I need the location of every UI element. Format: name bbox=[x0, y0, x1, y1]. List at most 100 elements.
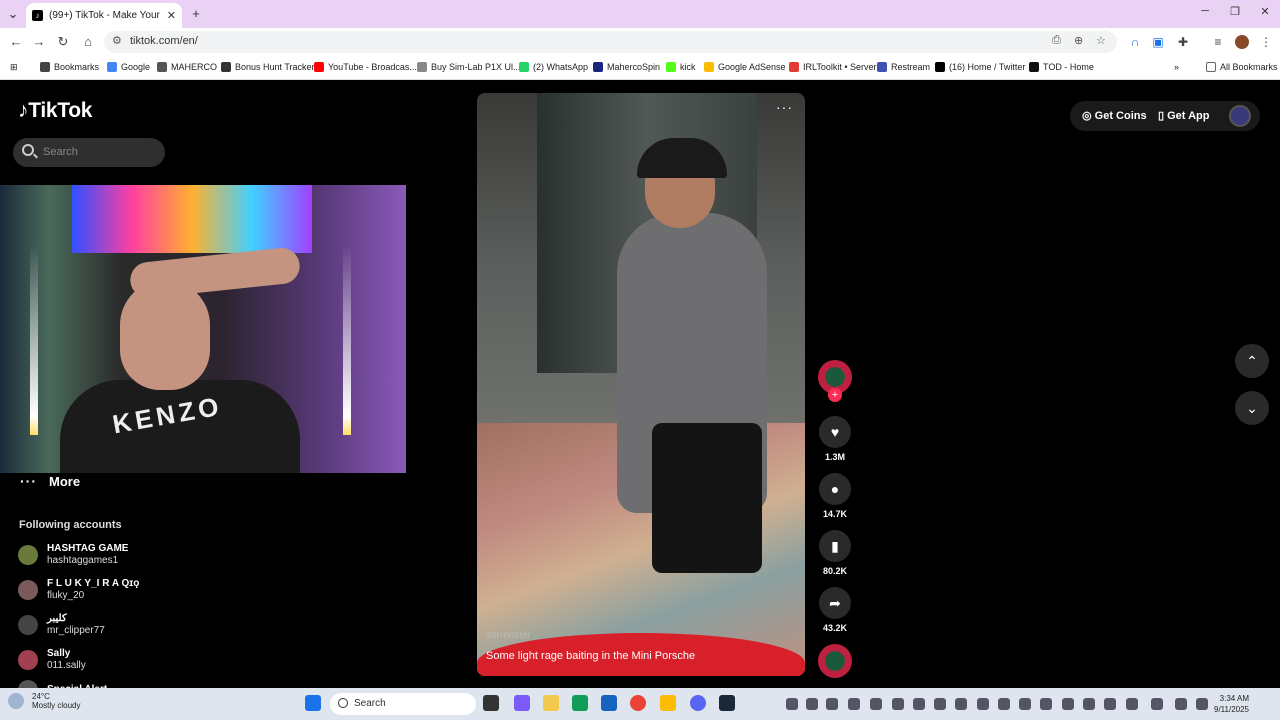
close-tab-icon[interactable]: ✕ bbox=[167, 9, 176, 22]
site-info-icon[interactable]: ⚙ bbox=[112, 34, 122, 47]
home-icon[interactable]: ⌂ bbox=[79, 33, 97, 51]
minimize-icon[interactable]: ─ bbox=[1190, 5, 1220, 17]
get-app-label: Get App bbox=[1167, 110, 1210, 122]
get-app-button[interactable]: ▯ Get App bbox=[1158, 109, 1209, 122]
media-icon[interactable]: ≡ bbox=[1211, 35, 1225, 49]
all-bookmarks[interactable]: All Bookmarks bbox=[1206, 62, 1278, 72]
task-view-icon[interactable] bbox=[483, 695, 499, 711]
new-tab-icon[interactable]: + bbox=[187, 5, 205, 23]
following-account[interactable]: F L U K Y_I R A Qɪǫ fluky_20 bbox=[18, 578, 139, 602]
tray-icon[interactable] bbox=[934, 698, 946, 710]
bookmark-item[interactable]: kick bbox=[666, 62, 696, 72]
forward-icon[interactable]: → bbox=[30, 33, 48, 51]
tiktok-page: ♪TikTok Search KENZO ··· More Following … bbox=[0, 81, 1280, 688]
video-options-icon[interactable]: ··· bbox=[776, 99, 793, 115]
following-account[interactable]: Special Alert bbox=[18, 680, 107, 688]
star-icon[interactable]: ☆ bbox=[1096, 34, 1106, 47]
video-player[interactable]: ··· sorronster Some light rage baiting i… bbox=[477, 93, 805, 676]
zoom-icon[interactable]: ⊕ bbox=[1074, 34, 1083, 47]
back-icon[interactable]: ← bbox=[7, 33, 25, 51]
cloud-icon bbox=[8, 693, 24, 709]
bookmark-item[interactable]: TOD - Home bbox=[1029, 62, 1094, 72]
tab-search-icon[interactable]: ⌄ bbox=[4, 5, 22, 23]
tray-icon[interactable] bbox=[1196, 698, 1208, 710]
bookmark-item[interactable]: (16) Home / Twitter bbox=[935, 62, 1025, 72]
tray-icon[interactable] bbox=[1126, 698, 1138, 710]
streamer-arm bbox=[128, 246, 302, 300]
bookmark-item[interactable]: IRLToolkit • Server bbox=[789, 62, 877, 72]
edge-icon[interactable] bbox=[572, 695, 588, 711]
following-account[interactable]: كليبر mr_clipper77 bbox=[18, 613, 105, 637]
tray-icon[interactable] bbox=[1062, 698, 1074, 710]
address-bar[interactable]: ⚙ tiktok.com/en/ ⎙ ⊕ ☆ bbox=[104, 31, 1117, 53]
extension-badge-icon[interactable]: ▣ bbox=[1151, 35, 1165, 49]
store-icon[interactable] bbox=[601, 695, 617, 711]
install-icon[interactable]: ⎙ bbox=[1052, 34, 1061, 47]
copilot-icon[interactable] bbox=[514, 695, 530, 711]
browser-tab[interactable]: ♪ (99+) TikTok - Make Your Da ✕ bbox=[26, 3, 182, 28]
tray-icon[interactable] bbox=[1083, 698, 1095, 710]
video-author[interactable]: sorronster bbox=[486, 630, 531, 641]
tray-icon[interactable] bbox=[955, 698, 967, 710]
tray-icon[interactable] bbox=[998, 698, 1010, 710]
extension-icon[interactable]: ∩ bbox=[1128, 35, 1142, 49]
more-bookmarks-icon[interactable]: » bbox=[1174, 62, 1179, 72]
tray-icon[interactable] bbox=[1175, 698, 1187, 710]
bookmark-item[interactable]: Google AdSense bbox=[704, 62, 786, 72]
previous-video-button[interactable]: ⌃ bbox=[1235, 344, 1269, 378]
menu-icon[interactable]: ⋮ bbox=[1259, 35, 1273, 49]
taskbar-search[interactable]: Search bbox=[330, 693, 476, 715]
tray-icon[interactable] bbox=[892, 698, 904, 710]
following-account[interactable]: Sally 011.sally bbox=[18, 648, 86, 672]
tiktok-logo[interactable]: ♪TikTok bbox=[18, 99, 92, 123]
tray-icon[interactable] bbox=[913, 698, 925, 710]
bookmark-item[interactable]: (2) WhatsApp bbox=[519, 62, 588, 72]
bookmark-item[interactable]: Bonus Hunt Tracker bbox=[221, 62, 315, 72]
extensions-puzzle-icon[interactable]: ✚ bbox=[1176, 35, 1190, 49]
bookmark-item[interactable]: Buy Sim-Lab P1X Ul... bbox=[417, 62, 521, 72]
like-button[interactable]: ♥ 1.3M bbox=[818, 416, 852, 462]
tray-icon[interactable] bbox=[1019, 698, 1031, 710]
bookmark-item[interactable]: Bookmarks bbox=[40, 62, 99, 72]
get-coins-button[interactable]: ◎ Get Coins bbox=[1082, 109, 1147, 122]
tray-icon[interactable] bbox=[1040, 698, 1052, 710]
tray-icon[interactable] bbox=[1104, 698, 1116, 710]
steam-icon[interactable] bbox=[719, 695, 735, 711]
close-window-icon[interactable]: ✕ bbox=[1250, 5, 1280, 18]
bookmark-item[interactable]: Restream bbox=[877, 62, 930, 72]
windows-start-icon[interactable] bbox=[305, 695, 321, 711]
warning-app-icon[interactable] bbox=[660, 695, 676, 711]
tray-icon[interactable] bbox=[977, 698, 989, 710]
creator-avatar[interactable]: + bbox=[818, 360, 852, 402]
apps-icon[interactable]: ⊞ bbox=[10, 62, 18, 73]
chrome-icon[interactable] bbox=[630, 695, 646, 711]
tray-icon[interactable] bbox=[786, 698, 798, 710]
following-account[interactable]: HASHTAG GAME hashtaggames1 bbox=[18, 543, 128, 567]
discord-icon[interactable] bbox=[690, 695, 706, 711]
next-video-button[interactable]: ⌄ bbox=[1235, 391, 1269, 425]
tray-icon[interactable] bbox=[870, 698, 882, 710]
share-button[interactable]: ➦ 43.2K bbox=[818, 587, 852, 633]
tray-icon[interactable] bbox=[806, 698, 818, 710]
profile-avatar-tiktok[interactable] bbox=[1229, 105, 1251, 127]
music-disc[interactable] bbox=[818, 644, 852, 678]
follow-plus-icon[interactable]: + bbox=[828, 388, 842, 402]
bookmark-item[interactable]: Google bbox=[107, 62, 150, 72]
bookmark-item[interactable]: MahercoSpin bbox=[593, 62, 660, 72]
clock[interactable]: 3:34 AM 9/11/2025 bbox=[1214, 693, 1249, 715]
weather-widget[interactable]: 24°C Mostly cloudy bbox=[8, 692, 80, 710]
file-explorer-icon[interactable] bbox=[543, 695, 559, 711]
tray-icon[interactable] bbox=[1151, 698, 1163, 710]
more-menu[interactable]: ··· More bbox=[20, 473, 80, 489]
search-input[interactable]: Search bbox=[13, 138, 165, 167]
bookmark-item[interactable]: YouTube - Broadcas... bbox=[314, 62, 417, 72]
profile-avatar[interactable] bbox=[1235, 35, 1249, 49]
bookmark-item[interactable]: MAHERCO bbox=[157, 62, 217, 72]
comment-button[interactable]: ● 14.7K bbox=[818, 473, 852, 519]
maximize-icon[interactable]: ❐ bbox=[1220, 5, 1250, 18]
reload-icon[interactable]: ↻ bbox=[54, 33, 72, 51]
save-button[interactable]: ▮ 80.2K bbox=[818, 530, 852, 576]
tray-icon[interactable] bbox=[848, 698, 860, 710]
tray-icon[interactable] bbox=[826, 698, 838, 710]
bookmark-favicon-icon bbox=[789, 62, 799, 72]
